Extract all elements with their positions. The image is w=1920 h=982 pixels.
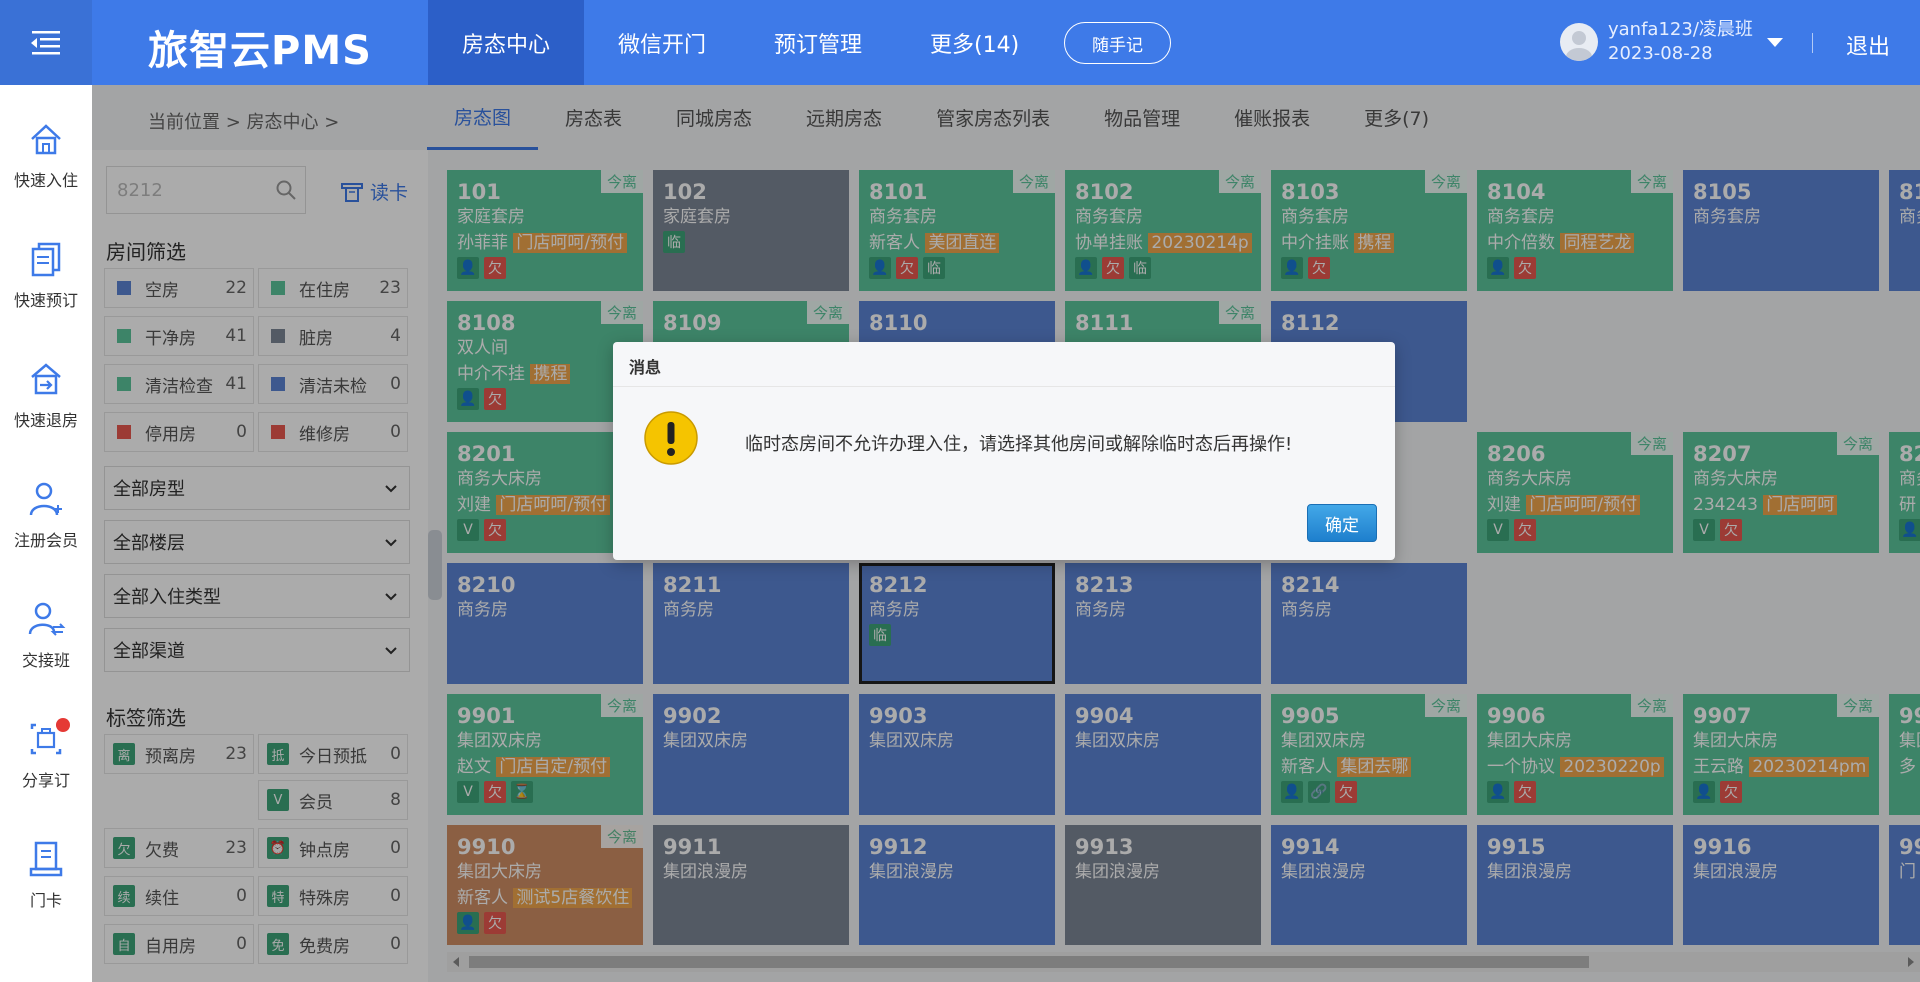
sidebar-label: 交接班 <box>21 651 70 670</box>
sidebar-label: 门卡 <box>29 891 62 910</box>
memo-button[interactable]: 随手记 <box>1064 22 1171 64</box>
quick-actions-sidebar: 快速入住 快速预订 快速退房 注册会员 交接班 分享订 门卡 <box>0 85 92 982</box>
sidebar-item-quick-checkout[interactable]: 快速退房 <box>0 340 92 450</box>
dialog-message: 临时态房间不允许办理入住，请选择其他房间或解除临时态后再操作! <box>745 434 1293 455</box>
top-bar: 旅智云PMS 房态中心 微信开门 预订管理 更多(14) 随手记 yanfa12… <box>0 0 1920 85</box>
menu-toggle-button[interactable] <box>0 0 92 85</box>
caret-down-icon[interactable] <box>1766 37 1783 47</box>
main-nav: 房态中心 微信开门 预订管理 更多(14) <box>428 0 1053 85</box>
menu-collapse-icon <box>31 30 60 54</box>
notification-dot <box>56 718 70 732</box>
sidebar-item-register-member[interactable]: 注册会员 <box>0 460 92 570</box>
app-logo: 旅智云PMS <box>148 28 372 74</box>
user-info: yanfa123/凌晨班 2023-08-28 <box>1608 18 1753 66</box>
sidebar-item-shift-handover[interactable]: 交接班 <box>0 580 92 690</box>
warning-icon <box>644 411 698 465</box>
sidebar-item-quick-checkin[interactable]: 快速入住 <box>0 100 92 210</box>
user-menu[interactable]: yanfa123/凌晨班 2023-08-28 <box>1560 18 1783 66</box>
nav-room-center[interactable]: 房态中心 <box>428 0 585 85</box>
user-avatar-icon <box>1566 31 1592 61</box>
sidebar-item-quick-booking[interactable]: 快速预订 <box>0 220 92 330</box>
avatar <box>1560 23 1598 61</box>
nav-more[interactable]: 更多(14) <box>896 0 1053 85</box>
app-root: 旅智云PMS 房态中心 微信开门 预订管理 更多(14) 随手记 yanfa12… <box>0 0 1920 982</box>
sidebar-item-share-order[interactable]: 分享订 <box>0 700 92 810</box>
logout-link[interactable]: 退出 <box>1846 29 1890 61</box>
user-switch-icon <box>28 602 66 636</box>
message-dialog: 消息 临时态房间不允许办理入住，请选择其他房间或解除临时态后再操作! 确定 <box>613 342 1395 560</box>
user-add-icon <box>29 482 62 516</box>
dialog-title: 消息 <box>613 342 1395 387</box>
confirm-button[interactable]: 确定 <box>1307 504 1377 542</box>
sidebar-label: 快速预订 <box>13 291 78 310</box>
sidebar-label: 注册会员 <box>13 531 78 550</box>
sidebar-label: 快速入住 <box>13 171 78 190</box>
document-stack-icon <box>31 242 61 277</box>
user-date: 2023-08-28 <box>1608 43 1713 64</box>
sidebar-label: 快速退房 <box>13 411 78 430</box>
card-reader-icon <box>29 841 63 877</box>
home-exit-icon <box>31 363 61 395</box>
sidebar-item-door-card[interactable]: 门卡 <box>0 820 92 930</box>
divider <box>1812 33 1813 53</box>
nav-wechat-door[interactable]: 微信开门 <box>584 0 740 85</box>
home-icon <box>31 124 61 155</box>
nav-booking[interactable]: 预订管理 <box>740 0 896 85</box>
user-name: yanfa123/凌晨班 <box>1608 19 1753 40</box>
sidebar-label: 分享订 <box>21 771 70 790</box>
